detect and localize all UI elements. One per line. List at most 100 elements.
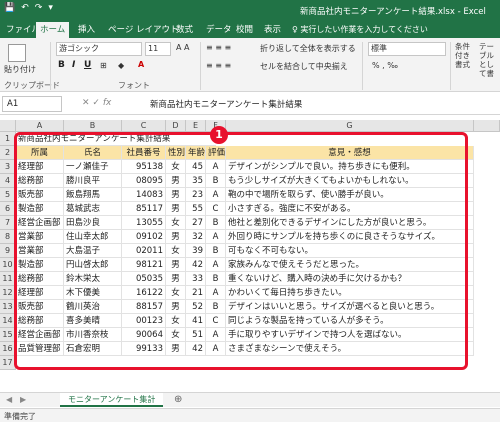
row-header[interactable]: 16: [0, 342, 16, 356]
table-cell[interactable]: 35: [186, 174, 206, 188]
table-header-cell[interactable]: 社員番号: [122, 146, 166, 160]
align-left-icon[interactable]: ≡ ≡ ≡: [206, 61, 231, 70]
table-cell[interactable]: B: [206, 216, 226, 230]
font-name-select[interactable]: 游ゴシック: [56, 42, 142, 56]
font-color-icon[interactable]: A: [138, 60, 144, 69]
table-cell[interactable]: 08095: [122, 174, 166, 188]
table-cell[interactable]: 33: [186, 272, 206, 286]
table-cell[interactable]: 営業部: [16, 244, 64, 258]
sheet-tab[interactable]: モニターアンケート集計: [60, 393, 164, 407]
table-header-cell[interactable]: 意見・感想: [226, 146, 474, 160]
table-cell[interactable]: 32: [186, 230, 206, 244]
row-header[interactable]: 8: [0, 230, 16, 244]
redo-icon[interactable]: ↷: [35, 3, 43, 13]
fill-color-icon[interactable]: ◆: [118, 61, 124, 70]
tab-data[interactable]: データ: [202, 22, 236, 38]
col-h-header[interactable]: [474, 120, 500, 132]
table-cell[interactable]: 勝川良平: [64, 174, 122, 188]
row-header[interactable]: 5: [0, 188, 16, 202]
table-cell[interactable]: A: [206, 286, 226, 300]
table-cell[interactable]: 42: [186, 258, 206, 272]
table-cell[interactable]: 小さすぎる。強度に不安がある。: [226, 202, 474, 216]
tab-view[interactable]: 表示: [260, 22, 285, 38]
table-cell[interactable]: 大島温子: [64, 244, 122, 258]
table-cell[interactable]: 52: [186, 300, 206, 314]
table-cell[interactable]: 葛城武志: [64, 202, 122, 216]
select-all-corner[interactable]: [0, 120, 16, 132]
row-header[interactable]: 6: [0, 202, 16, 216]
row-header[interactable]: 3: [0, 160, 16, 174]
table-cell[interactable]: 外回り時にサンプルを持ち歩くのに良さそうなサイズ。: [226, 230, 474, 244]
col-g-header[interactable]: G: [226, 120, 474, 132]
row-header[interactable]: 9: [0, 244, 16, 258]
table-cell[interactable]: C: [206, 202, 226, 216]
table-header-cell[interactable]: 性別: [166, 146, 186, 160]
row-header[interactable]: 12: [0, 286, 16, 300]
table-cell[interactable]: 男: [166, 174, 186, 188]
table-cell[interactable]: 鞄の中で場所を取らず、使い勝手が良い。: [226, 188, 474, 202]
table-cell[interactable]: 重くないけど、購入時の決め手に欠けるかも？: [226, 272, 474, 286]
table-cell[interactable]: 88157: [122, 300, 166, 314]
table-cell[interactable]: 13055: [122, 216, 166, 230]
table-cell[interactable]: 女: [166, 160, 186, 174]
row-header[interactable]: 10: [0, 258, 16, 272]
table-cell[interactable]: 23: [186, 188, 206, 202]
customize-qat-icon[interactable]: ▾: [48, 3, 53, 13]
col-a-header[interactable]: A: [16, 120, 64, 132]
col-b-header[interactable]: B: [64, 120, 122, 132]
row-header[interactable]: 2: [0, 146, 16, 160]
table-cell[interactable]: 男: [166, 258, 186, 272]
table-cell[interactable]: A: [206, 188, 226, 202]
table-cell[interactable]: 一ノ瀬佳子: [64, 160, 122, 174]
table-cell[interactable]: 41: [186, 314, 206, 328]
table-cell[interactable]: 51: [186, 328, 206, 342]
table-cell[interactable]: 男: [166, 342, 186, 356]
col-d-header[interactable]: D: [166, 120, 186, 132]
table-cell[interactable]: 45: [186, 160, 206, 174]
table-cell[interactable]: デザインがシンプルで良い。持ち歩きにも便利。: [226, 160, 474, 174]
table-cell[interactable]: A: [206, 328, 226, 342]
spreadsheet-grid[interactable]: ABCDEFG1新商品社内モニターアンケート集計結果2所属氏名社員番号性別年齢評…: [0, 120, 500, 370]
table-cell[interactable]: 女: [166, 314, 186, 328]
row-header[interactable]: 4: [0, 174, 16, 188]
table-cell[interactable]: 鶴川英治: [64, 300, 122, 314]
table-cell[interactable]: 16122: [122, 286, 166, 300]
table-cell[interactable]: 女: [166, 216, 186, 230]
table-cell[interactable]: 販売部: [16, 300, 64, 314]
undo-icon[interactable]: ↶: [21, 3, 29, 13]
formula-icons[interactable]: ✕ ✓ fx: [82, 98, 111, 108]
table-cell[interactable]: 他社と差別化できるデザインにした方が良いと思う。: [226, 216, 474, 230]
paste-button[interactable]: 貼り付け: [4, 64, 36, 75]
table-cell[interactable]: 女: [166, 328, 186, 342]
formula-input[interactable]: 新商品社内モニターアンケート集計結果: [150, 98, 302, 110]
align-top-icon[interactable]: ≡ ≡ ≡: [206, 43, 231, 52]
table-cell[interactable]: かわいくて毎日持ち歩きたい。: [226, 286, 474, 300]
table-cell[interactable]: 女: [166, 244, 186, 258]
table-cell[interactable]: 経営企画部: [16, 216, 64, 230]
font-grow-icon[interactable]: A A: [176, 43, 190, 52]
table-cell[interactable]: 42: [186, 342, 206, 356]
table-cell[interactable]: 可もなく不可もない。: [226, 244, 474, 258]
table-cell[interactable]: 21: [186, 286, 206, 300]
table-cell[interactable]: 14083: [122, 188, 166, 202]
table-cell[interactable]: 手に取りやすいデザインで持つ人を選ばない。: [226, 328, 474, 342]
table-cell[interactable]: 95138: [122, 160, 166, 174]
table-cell[interactable]: 男: [166, 272, 186, 286]
table-cell[interactable]: 喜多美晴: [64, 314, 122, 328]
table-cell[interactable]: 木下優美: [64, 286, 122, 300]
table-cell[interactable]: 90064: [122, 328, 166, 342]
table-cell[interactable]: 総務部: [16, 272, 64, 286]
table-cell[interactable]: 女: [166, 286, 186, 300]
name-box[interactable]: A1: [2, 96, 62, 112]
table-cell[interactable]: 85117: [122, 202, 166, 216]
table-cell[interactable]: 09102: [122, 230, 166, 244]
table-cell[interactable]: 家族みんなで使えそうだと思った。: [226, 258, 474, 272]
number-format-select[interactable]: 標準: [368, 42, 446, 56]
row-header[interactable]: 7: [0, 216, 16, 230]
table-cell[interactable]: デザインはいいと思う。サイズが選べると良いと思う。: [226, 300, 474, 314]
table-cell[interactable]: 98121: [122, 258, 166, 272]
table-cell[interactable]: 鈴木栄太: [64, 272, 122, 286]
table-cell[interactable]: B: [206, 272, 226, 286]
prev-sheet-icon[interactable]: ◀: [6, 395, 12, 404]
table-cell[interactable]: 男: [166, 202, 186, 216]
